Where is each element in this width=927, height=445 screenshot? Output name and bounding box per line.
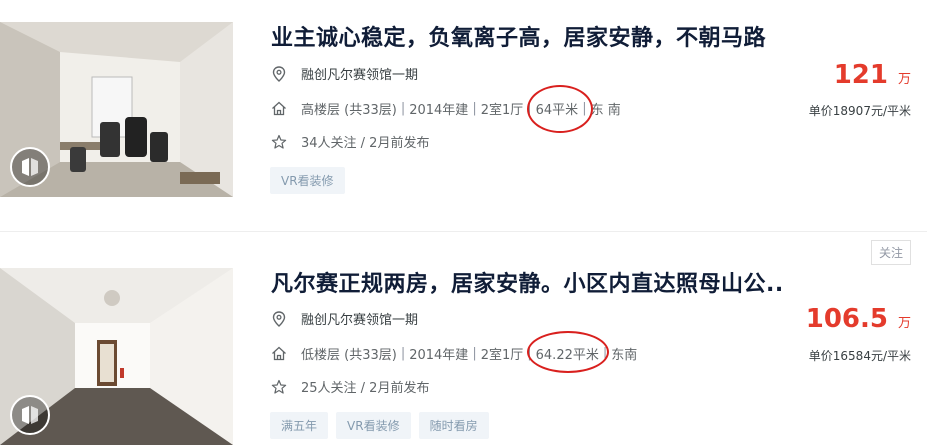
location-pin-icon: [271, 65, 287, 82]
house-icon: [271, 346, 287, 362]
follow-info-row: 25人关注 / 2月前发布: [271, 377, 429, 396]
separator: |: [527, 346, 532, 361]
floor-info: 低楼层 (共33层): [301, 348, 397, 363]
orientation: 东南: [611, 348, 638, 363]
build-year: 2014年建: [409, 103, 469, 118]
tag-list: 满五年 VR看装修 随时看房: [270, 412, 489, 439]
community-row: 融创凡尔赛领馆一期: [271, 64, 418, 83]
tag-vr: VR看装修: [336, 412, 411, 439]
area-highlight: 64.22平米: [526, 331, 609, 373]
listing-photo[interactable]: [0, 22, 233, 197]
orientation: 东 南: [590, 103, 621, 118]
listing-photo[interactable]: [0, 268, 233, 445]
separator: |: [400, 101, 406, 116]
room-layout: 2室1厅: [480, 103, 524, 118]
follow-count: 25人关注 / 2月前发布: [301, 381, 430, 396]
community-row: 融创凡尔赛领馆一期: [271, 309, 418, 328]
star-icon: [271, 134, 287, 150]
house-info-row: 高楼层 (共33层) | 2014年建 | 2室1厅 | 64平米 | 东 南: [271, 85, 621, 133]
vr-icon: [22, 406, 38, 424]
community-link[interactable]: 融创凡尔赛领馆一期: [301, 309, 418, 328]
area: 64.22平米: [535, 348, 599, 363]
room-layout: 2室1厅: [480, 348, 524, 363]
separator: |: [472, 346, 477, 361]
listing-card[interactable]: 关注 凡尔赛正规两房，居家安静。小区内直达照母山公.. 融创凡尔赛领馆一期 低楼…: [0, 232, 927, 445]
unit-price: 单价18907元/平米: [808, 104, 911, 118]
house-info-row: 低楼层 (共33层) | 2014年建 | 2室1厅 | 64.22平米 | 东…: [271, 331, 638, 373]
follow-count: 34人关注 / 2月前发布: [301, 136, 430, 151]
follow-info-row: 34人关注 / 2月前发布: [271, 132, 429, 151]
vr-badge[interactable]: [10, 395, 50, 435]
separator: |: [527, 101, 532, 116]
follow-button[interactable]: 关注: [870, 240, 911, 265]
area: 64平米: [535, 103, 579, 118]
vr-badge[interactable]: [10, 147, 50, 187]
separator: |: [400, 346, 406, 361]
tag-anytime-viewing: 随时看房: [418, 412, 489, 439]
separator: |: [602, 346, 608, 361]
listing-title[interactable]: 业主诚心稳定，负氧离子高，居家安静，不朝马路: [271, 20, 766, 52]
tag-list: VR看装修: [270, 167, 345, 194]
location-pin-icon: [271, 310, 287, 327]
price-unit: 万: [897, 72, 911, 87]
floor-info: 高楼层 (共33层): [301, 103, 397, 118]
tag-vr: VR看装修: [270, 167, 345, 194]
listing-title[interactable]: 凡尔赛正规两房，居家安静。小区内直达照母山公..: [271, 266, 784, 298]
listing-card[interactable]: 业主诚心稳定，负氧离子高，居家安静，不朝马路 融创凡尔赛领馆一期 高楼层 (共3…: [0, 0, 927, 232]
separator: |: [472, 101, 477, 116]
star-icon: [271, 379, 287, 395]
build-year: 2014年建: [409, 348, 469, 363]
price-unit: 万: [897, 316, 911, 331]
community-link[interactable]: 融创凡尔赛领馆一期: [301, 64, 418, 83]
house-icon: [271, 101, 287, 117]
price-value: 106.5: [805, 304, 888, 334]
total-price: 106.5 万: [806, 304, 911, 334]
tag-five-years: 满五年: [270, 412, 329, 439]
unit-price: 单价16584元/平米: [808, 349, 911, 363]
price-value: 121: [833, 60, 888, 90]
area-highlight: 64平米: [526, 85, 593, 133]
total-price: 121 万: [834, 60, 911, 90]
vr-icon: [22, 158, 38, 176]
separator: |: [582, 101, 587, 116]
